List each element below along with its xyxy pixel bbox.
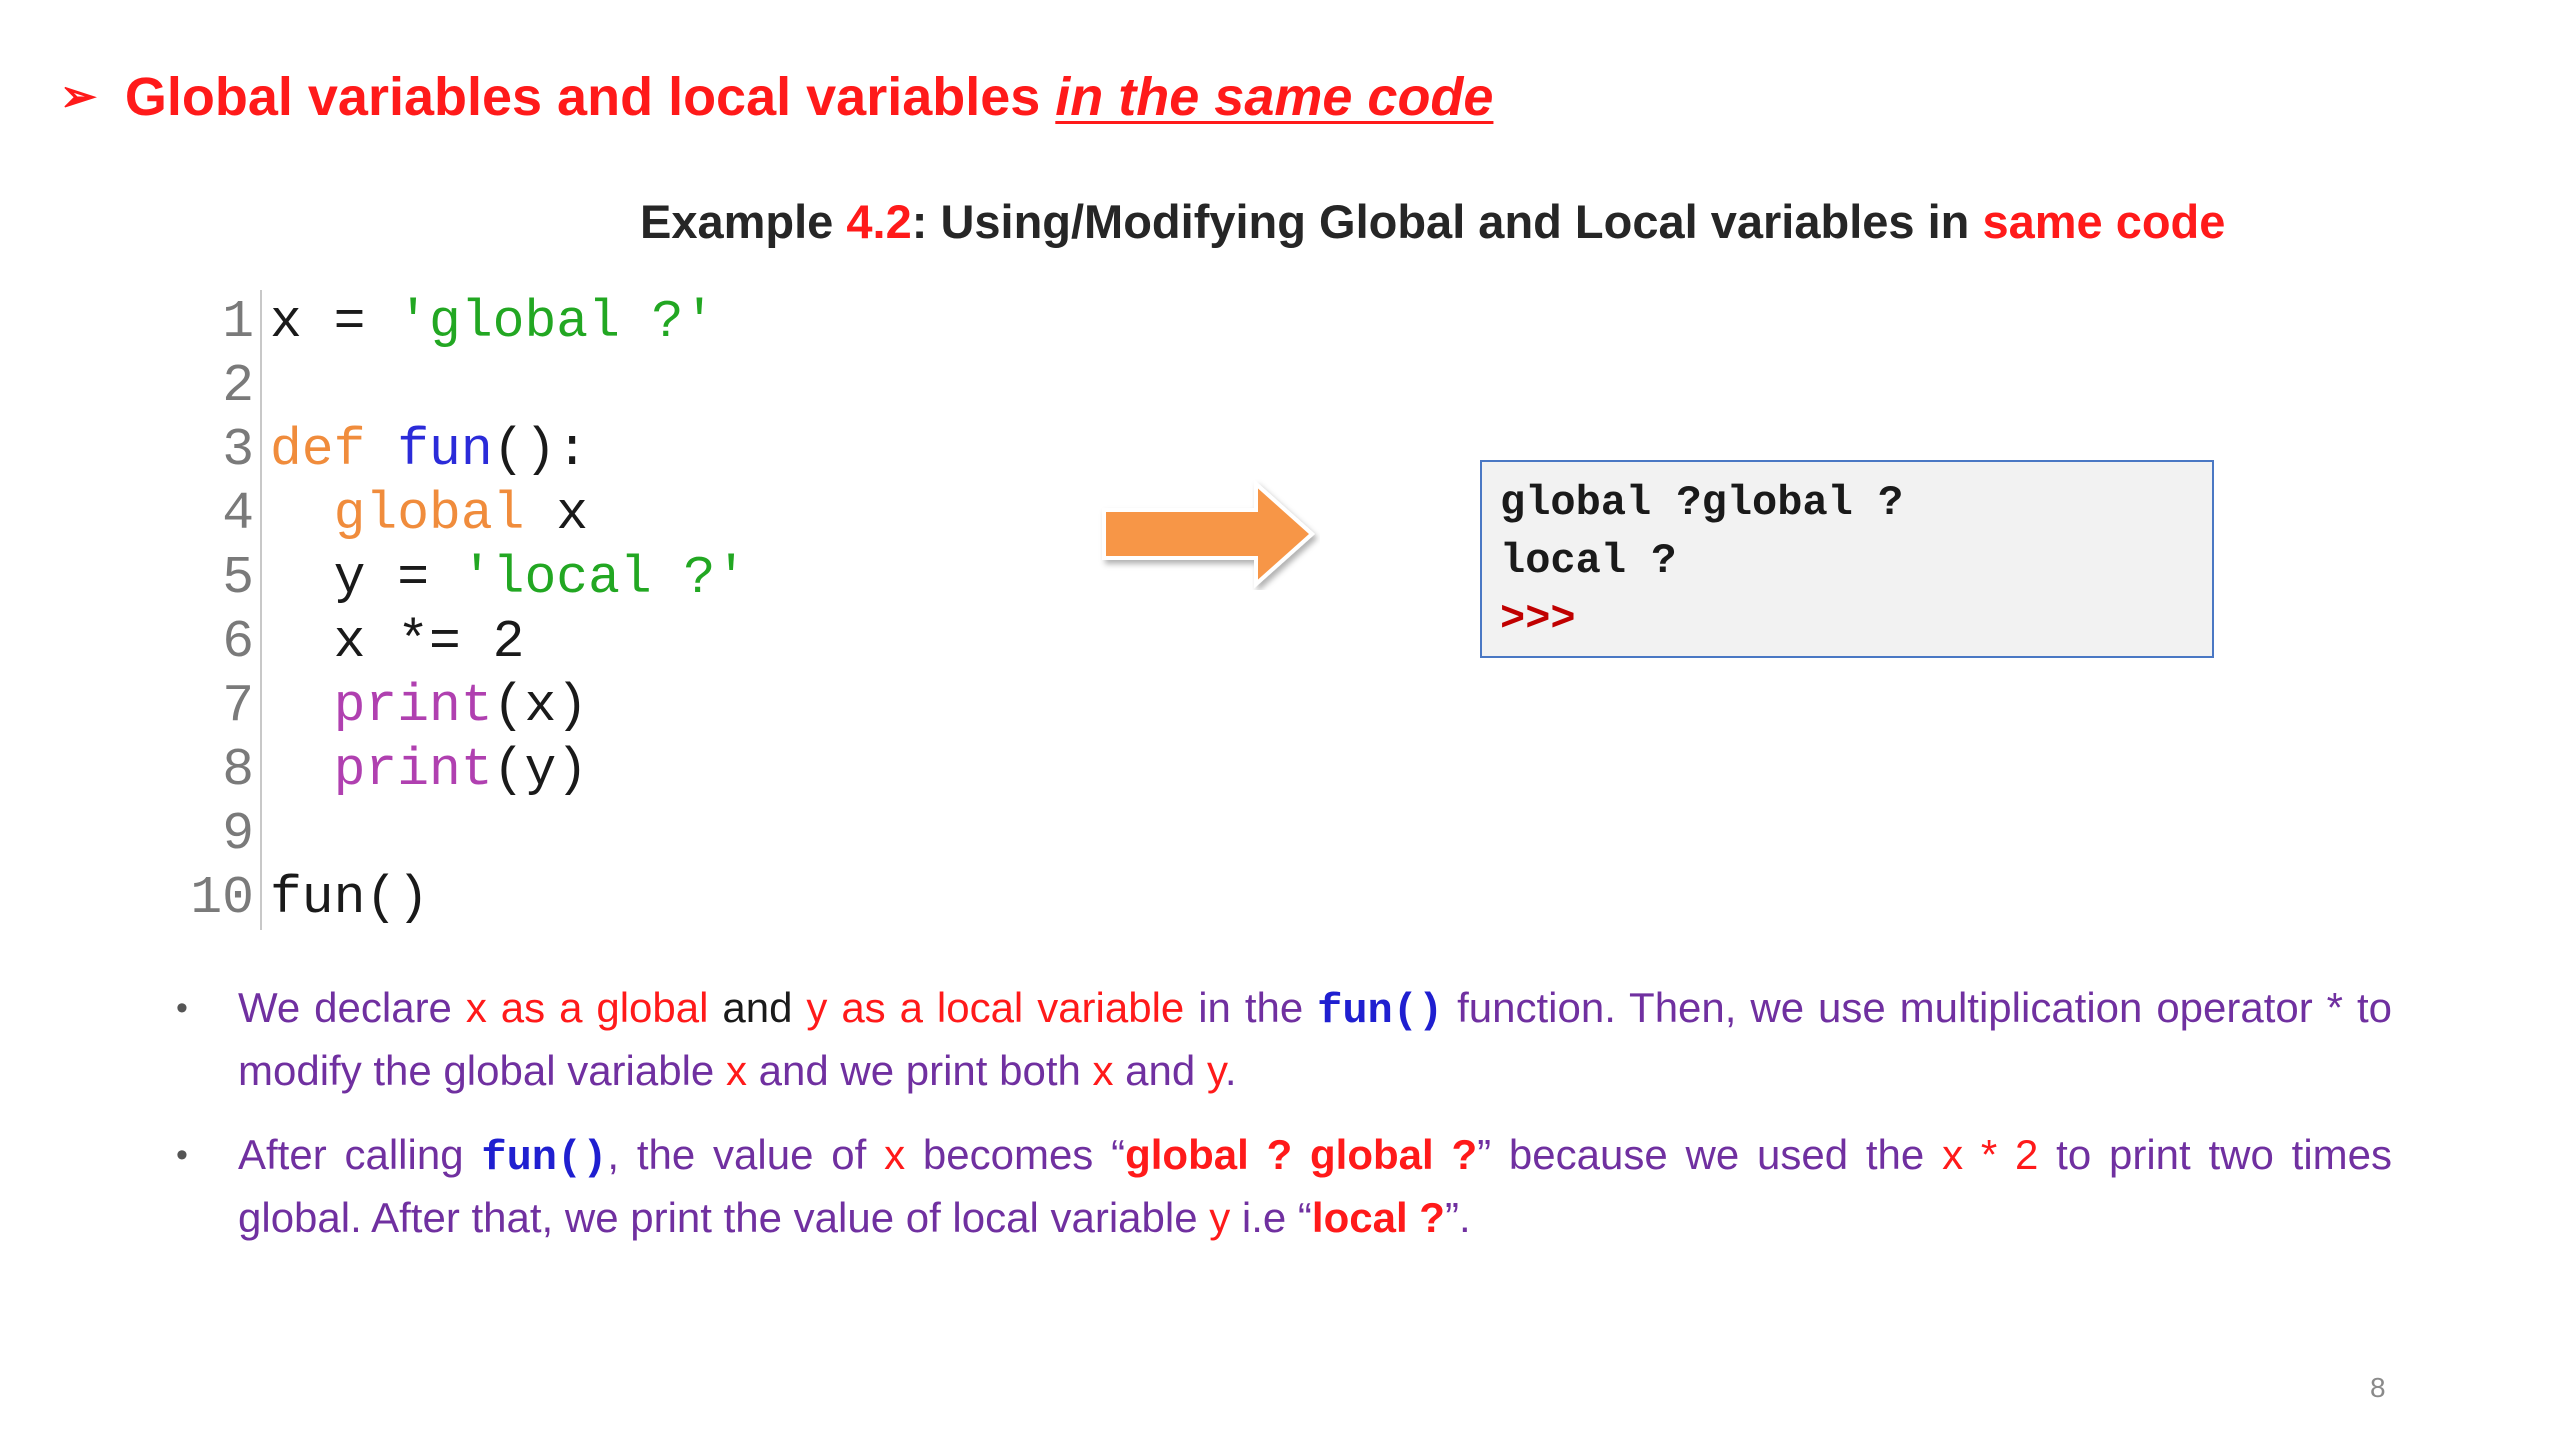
output-line-2: local ?	[1500, 537, 1677, 585]
text-run-red: x	[1092, 1047, 1114, 1094]
explanation-list: • We declare x as a global and y as a lo…	[170, 978, 2392, 1272]
text-run: and we print both	[746, 1047, 1093, 1094]
output-prompt: >>>	[1500, 595, 1576, 643]
code-token: (x)	[492, 676, 589, 736]
text-run: and	[1113, 1047, 1207, 1094]
code-line: 3 def fun():	[190, 418, 747, 482]
example-heading-prefix: Example	[640, 195, 847, 248]
code-token: (y)	[492, 740, 589, 800]
code-line: 7 print(x)	[190, 674, 747, 738]
code-source: print(y)	[262, 738, 588, 802]
code-source	[262, 802, 270, 866]
code-token: print	[333, 740, 493, 800]
inline-code: fun()	[1317, 987, 1444, 1035]
code-token: 'local ?'	[460, 548, 748, 608]
code-line: 5 y = 'local ?'	[190, 546, 747, 610]
code-line: 10 fun()	[190, 866, 747, 930]
code-token: x *= 2	[270, 612, 525, 672]
code-line: 2	[190, 354, 747, 418]
code-source: y = 'local ?'	[262, 546, 747, 610]
example-heading: Example 4.2: Using/Modifying Global and …	[640, 192, 2225, 252]
line-number: 1	[190, 290, 262, 354]
code-source: x = 'global ?'	[262, 290, 715, 354]
line-number: 9	[190, 802, 262, 866]
inline-code: fun()	[481, 1134, 608, 1182]
text-run: becomes “	[905, 1131, 1126, 1178]
line-number: 3	[190, 418, 262, 482]
line-number: 8	[190, 738, 262, 802]
slide-title-emphasis: in the same code	[1055, 67, 1494, 127]
bullet-dot-icon: •	[176, 1136, 188, 1174]
code-line: 9	[190, 802, 747, 866]
line-number: 10	[190, 866, 262, 930]
text-run-red: x as a global	[465, 984, 709, 1031]
text-run-red: y as a local variable	[806, 984, 1185, 1031]
code-line: 8 print(y)	[190, 738, 747, 802]
text-run-red: y	[1206, 1047, 1225, 1094]
example-heading-suffix: same code	[1982, 195, 2226, 248]
code-source: def fun():	[262, 418, 588, 482]
right-arrow-icon	[1102, 479, 1316, 589]
code-line: 4 global x	[190, 482, 747, 546]
slide: ➢ Global variables and local variables in…	[0, 0, 2560, 1440]
text-run-red: x	[884, 1131, 906, 1178]
code-source: x *= 2	[262, 610, 525, 674]
code-line: 1x = 'global ?'	[190, 290, 747, 354]
bullet-text-1: We declare x as a global and y as a loca…	[238, 978, 2392, 1101]
code-token: global	[333, 484, 525, 544]
code-block: 1x = 'global ?' 2 3 def fun(): 4 global x5 y…	[190, 290, 747, 930]
text-run: i.e “	[1230, 1194, 1312, 1241]
example-heading-middle: : Using/Modifying Global and Local varia…	[911, 195, 1983, 248]
slide-title-main: Global variables and local variables	[124, 67, 1056, 127]
page-number: 8	[2370, 1372, 2386, 1403]
output-line-1: global ?global ?	[1500, 479, 1904, 527]
bullet-text-2: After calling fun(), the value of x beco…	[238, 1125, 2392, 1248]
output-console: global ?global ? local ? >>>	[1480, 460, 2214, 658]
text-run-red: x * 2	[1942, 1131, 2039, 1178]
text-run: .	[1224, 1047, 1237, 1094]
code-source: global x	[262, 482, 588, 546]
code-source: print(x)	[262, 674, 588, 738]
text-run-red-bold: global ? global ?	[1125, 1131, 1478, 1178]
arrowhead-bullet-icon: ➢	[60, 72, 97, 121]
line-number: 4	[190, 482, 262, 546]
code-token: y =	[270, 548, 461, 608]
code-token: 'global ?'	[397, 292, 716, 352]
text-run: and	[708, 984, 807, 1031]
code-token: fun	[397, 420, 493, 480]
text-run: in the	[1184, 984, 1318, 1031]
text-run: ”.	[1444, 1194, 1471, 1241]
text-run: After calling	[238, 1131, 482, 1178]
code-token: fun()	[270, 868, 430, 928]
code-token: x	[524, 484, 589, 544]
text-run: ” because we used the	[1477, 1131, 1943, 1178]
code-token: x =	[270, 292, 398, 352]
code-source	[262, 354, 270, 418]
line-number: 6	[190, 610, 262, 674]
text-run-red: y	[1209, 1194, 1231, 1241]
text-run-red-bold: local ?	[1311, 1194, 1445, 1241]
text-run-red: x	[725, 1047, 747, 1094]
list-item: • After calling fun(), the value of x be…	[170, 1125, 2392, 1248]
text-run: , the value of	[607, 1131, 885, 1178]
code-source: fun()	[262, 866, 429, 930]
bullet-dot-icon: •	[176, 989, 188, 1027]
code-line: 6 x *= 2	[190, 610, 747, 674]
code-token: ():	[492, 420, 589, 480]
code-token: print	[333, 676, 493, 736]
example-heading-number: 4.2	[846, 195, 912, 248]
slide-title: ➢ Global variables and local variables in…	[60, 62, 1493, 132]
code-token: def	[270, 420, 366, 480]
text-run: We declare	[238, 984, 466, 1031]
line-number: 2	[190, 354, 262, 418]
list-item: • We declare x as a global and y as a lo…	[170, 978, 2392, 1101]
line-number: 5	[190, 546, 262, 610]
line-number: 7	[190, 674, 262, 738]
